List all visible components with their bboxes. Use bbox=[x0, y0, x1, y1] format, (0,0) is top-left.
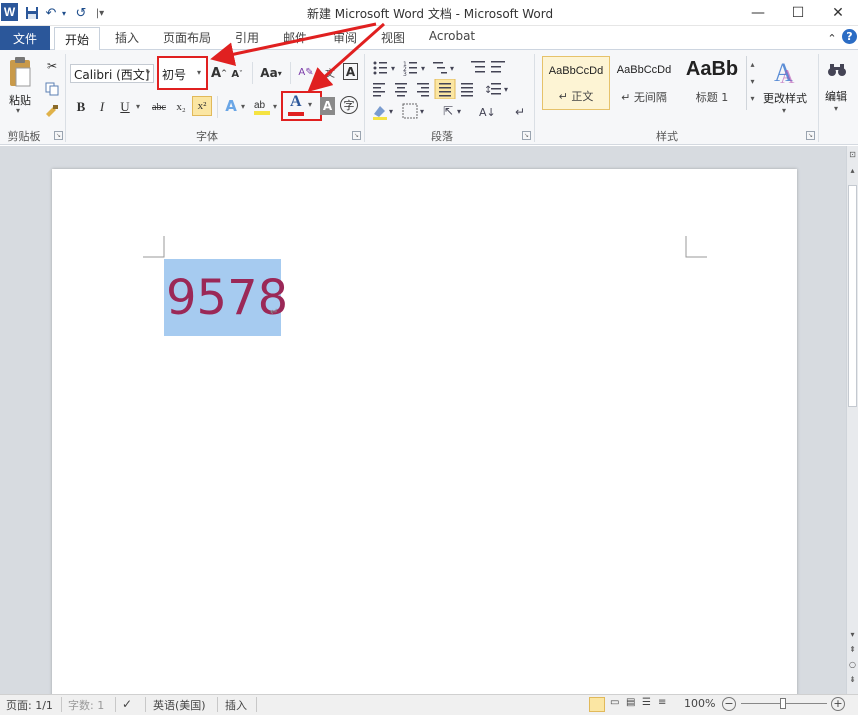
margin-corner-top-right bbox=[685, 236, 707, 258]
arrow-to-font-color bbox=[307, 22, 385, 92]
web-layout-icon[interactable]: ▤ bbox=[626, 697, 635, 708]
outline-view-icon[interactable]: ☰ bbox=[642, 697, 651, 708]
status-word-count[interactable]: 字数: 1 bbox=[68, 697, 104, 713]
margin-corner-top-left bbox=[143, 236, 165, 258]
draft-view-icon[interactable]: ≡ bbox=[658, 697, 666, 708]
scroll-down-icon[interactable]: ▾ bbox=[848, 630, 857, 642]
scrollbar-thumb[interactable] bbox=[848, 185, 857, 407]
status-separator bbox=[115, 697, 116, 712]
browse-object-icon[interactable]: ○ bbox=[848, 660, 857, 672]
zoom-level[interactable]: 100% bbox=[684, 697, 715, 710]
status-separator bbox=[61, 697, 62, 712]
status-separator bbox=[256, 697, 257, 712]
print-layout-view-icon[interactable] bbox=[589, 697, 605, 712]
status-separator bbox=[217, 697, 218, 712]
ruler-toggle-icon[interactable]: ⊡ bbox=[848, 150, 857, 164]
zoom-in-button[interactable]: + bbox=[831, 697, 845, 711]
status-language[interactable]: 英语(美国) bbox=[153, 697, 206, 713]
zoom-out-button[interactable]: − bbox=[722, 697, 736, 711]
next-page-icon[interactable]: ⇟ bbox=[848, 675, 857, 687]
proofing-icon[interactable]: ✓ bbox=[122, 697, 132, 711]
scroll-up-icon[interactable]: ▴ bbox=[848, 166, 857, 178]
status-separator bbox=[145, 697, 146, 712]
full-screen-reading-icon[interactable]: ▭ bbox=[610, 697, 619, 708]
previous-page-icon[interactable]: ⇞ bbox=[848, 645, 857, 657]
status-insert-mode[interactable]: 插入 bbox=[225, 697, 247, 713]
paragraph-mark: ↵ bbox=[270, 307, 279, 318]
zoom-slider-thumb[interactable] bbox=[780, 698, 786, 709]
status-page[interactable]: 页面: 1/1 bbox=[6, 697, 53, 713]
